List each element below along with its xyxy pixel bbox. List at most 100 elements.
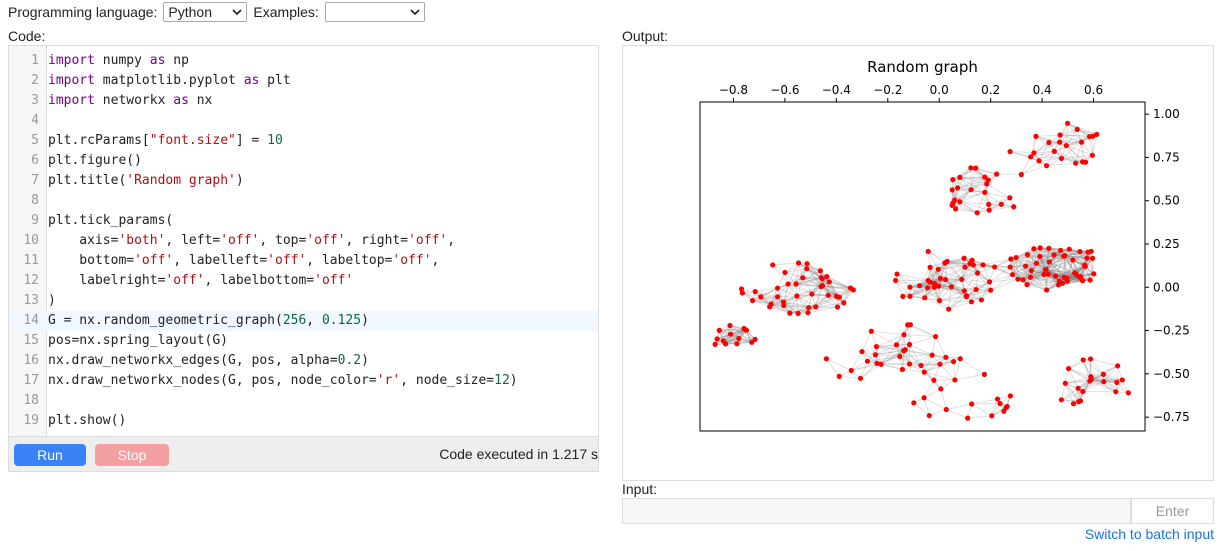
code-line[interactable]: 11 bottom='off', labelleft='off', labelt…	[9, 251, 598, 271]
line-number: 8	[31, 193, 39, 208]
graph-node	[1066, 246, 1072, 252]
language-select[interactable]: Python	[163, 2, 248, 22]
run-bar: Run Stop Code executed in 1.217 s	[8, 436, 599, 472]
graph-node	[1065, 120, 1071, 126]
graph-node	[825, 292, 831, 298]
graph-node	[925, 285, 931, 291]
enter-button[interactable]: Enter	[1131, 498, 1214, 524]
graph-node	[1125, 390, 1131, 396]
graph-node	[953, 206, 959, 212]
line-number: 13	[23, 293, 39, 308]
line-number: 5	[31, 133, 39, 148]
graph-edge	[929, 409, 947, 417]
graph-node	[933, 333, 939, 340]
switch-to-batch-link[interactable]: Switch to batch input	[1085, 526, 1214, 542]
code-line[interactable]: 3 import networkx as nx	[9, 91, 598, 111]
y-tick-label: −0.50	[1153, 367, 1190, 381]
graph-node	[1028, 268, 1034, 274]
graph-edge	[940, 388, 947, 410]
code-line[interactable]: 5 plt.rcParams["font.size"] = 10	[9, 131, 598, 151]
graph-node	[1007, 149, 1013, 155]
graph-node	[1080, 388, 1086, 395]
graph-node	[1115, 363, 1121, 369]
graph-node	[997, 400, 1003, 407]
code-line[interactable]: 14 G = nx.random_geometric_graph(256, 0.1…	[9, 311, 598, 331]
graph-node	[897, 353, 903, 360]
graph-node	[1074, 126, 1080, 132]
code-line[interactable]: 12 labelright='off', labelbottom='off'	[9, 271, 598, 291]
run-button[interactable]: Run	[14, 444, 86, 466]
graph-node	[874, 360, 880, 366]
graph-node	[893, 342, 900, 348]
graph-node	[921, 395, 927, 401]
graph-node	[1046, 245, 1052, 251]
graph-node	[1051, 148, 1057, 154]
graph-node	[894, 271, 900, 277]
chart-title: Random graph	[867, 58, 978, 76]
graph-node	[973, 286, 979, 293]
graph-node	[959, 276, 965, 282]
graph-node	[1007, 195, 1013, 201]
code-editor[interactable]: 1 import numpy as np 2 import matplotlib.py…	[8, 45, 599, 436]
code-line[interactable]: 19 plt.show()	[9, 411, 598, 431]
output-label: Output:	[622, 28, 668, 44]
code-line[interactable]: 2 import matplotlib.pyplot as plt	[9, 71, 598, 91]
graph-node	[931, 284, 937, 290]
graph-node	[1008, 256, 1014, 262]
graph-node	[982, 189, 988, 195]
graph-node	[926, 413, 932, 419]
graph-node	[905, 322, 911, 328]
graph-node	[780, 299, 787, 305]
code-line[interactable]: 6 plt.figure()	[9, 151, 598, 171]
x-tick-label: 0.2	[981, 83, 1000, 97]
graph-node	[727, 322, 733, 329]
code-text: plt.rcParams["font.size"] = 10	[48, 133, 283, 148]
graph-node	[936, 298, 943, 304]
graph-node	[1089, 152, 1095, 158]
graph-node	[859, 348, 865, 355]
code-line[interactable]: 8	[9, 191, 598, 211]
code-text: import matplotlib.pyplot as plt	[48, 73, 291, 88]
graph-node	[989, 413, 995, 419]
examples-select[interactable]	[324, 2, 425, 22]
code-line[interactable]: 10 axis='both', left='off', top='off', r…	[9, 231, 598, 251]
stdin-input[interactable]	[622, 498, 1131, 524]
graph-node	[1022, 263, 1029, 269]
graph-node	[793, 281, 799, 287]
graph-node	[906, 341, 913, 348]
code-text: plt.title('Random graph')	[48, 173, 244, 188]
code-line[interactable]: 9 plt.tick_params(	[9, 211, 598, 231]
graph-node	[1073, 160, 1079, 166]
graph-node	[938, 386, 944, 392]
graph-node	[813, 304, 819, 310]
chevron-down-icon	[232, 9, 242, 16]
graph-node	[1077, 249, 1083, 255]
code-line[interactable]: 15 pos=nx.spring_layout(G)	[9, 331, 598, 351]
code-line[interactable]: 13)	[9, 291, 598, 311]
code-line[interactable]: 16 nx.draw_networkx_edges(G, pos, alpha=0…	[9, 351, 598, 371]
code-line[interactable]: 4	[9, 111, 598, 131]
graph-node	[980, 262, 986, 268]
line-number: 1	[31, 53, 39, 68]
graph-node	[1043, 266, 1049, 272]
line-number: 3	[31, 93, 39, 108]
code-line[interactable]: 1 import numpy as np	[9, 51, 598, 71]
graph-node	[942, 276, 949, 283]
code-line[interactable]: 18	[9, 391, 598, 411]
code-line[interactable]: 17 nx.draw_networkx_nodes(G, pos, node_co…	[9, 371, 598, 391]
line-number: 12	[23, 273, 39, 288]
graph-node	[749, 297, 756, 304]
code-text: nx.draw_networkx_edges(G, pos, alpha=0.2…	[48, 353, 369, 368]
line-number: 17	[23, 373, 39, 388]
graph-node	[968, 187, 974, 193]
code-text: import networkx as nx	[48, 93, 213, 108]
y-tick-label: 0.75	[1153, 150, 1180, 164]
line-number: 2	[31, 73, 39, 88]
code-line[interactable]: 7 plt.title('Random graph')	[9, 171, 598, 191]
stop-button[interactable]: Stop	[95, 444, 169, 466]
code-text: pos=nx.spring_layout(G)	[48, 333, 229, 348]
graph-node	[847, 285, 854, 291]
graph-node	[978, 297, 985, 303]
graph-node	[836, 373, 842, 379]
graph-node	[974, 210, 980, 216]
